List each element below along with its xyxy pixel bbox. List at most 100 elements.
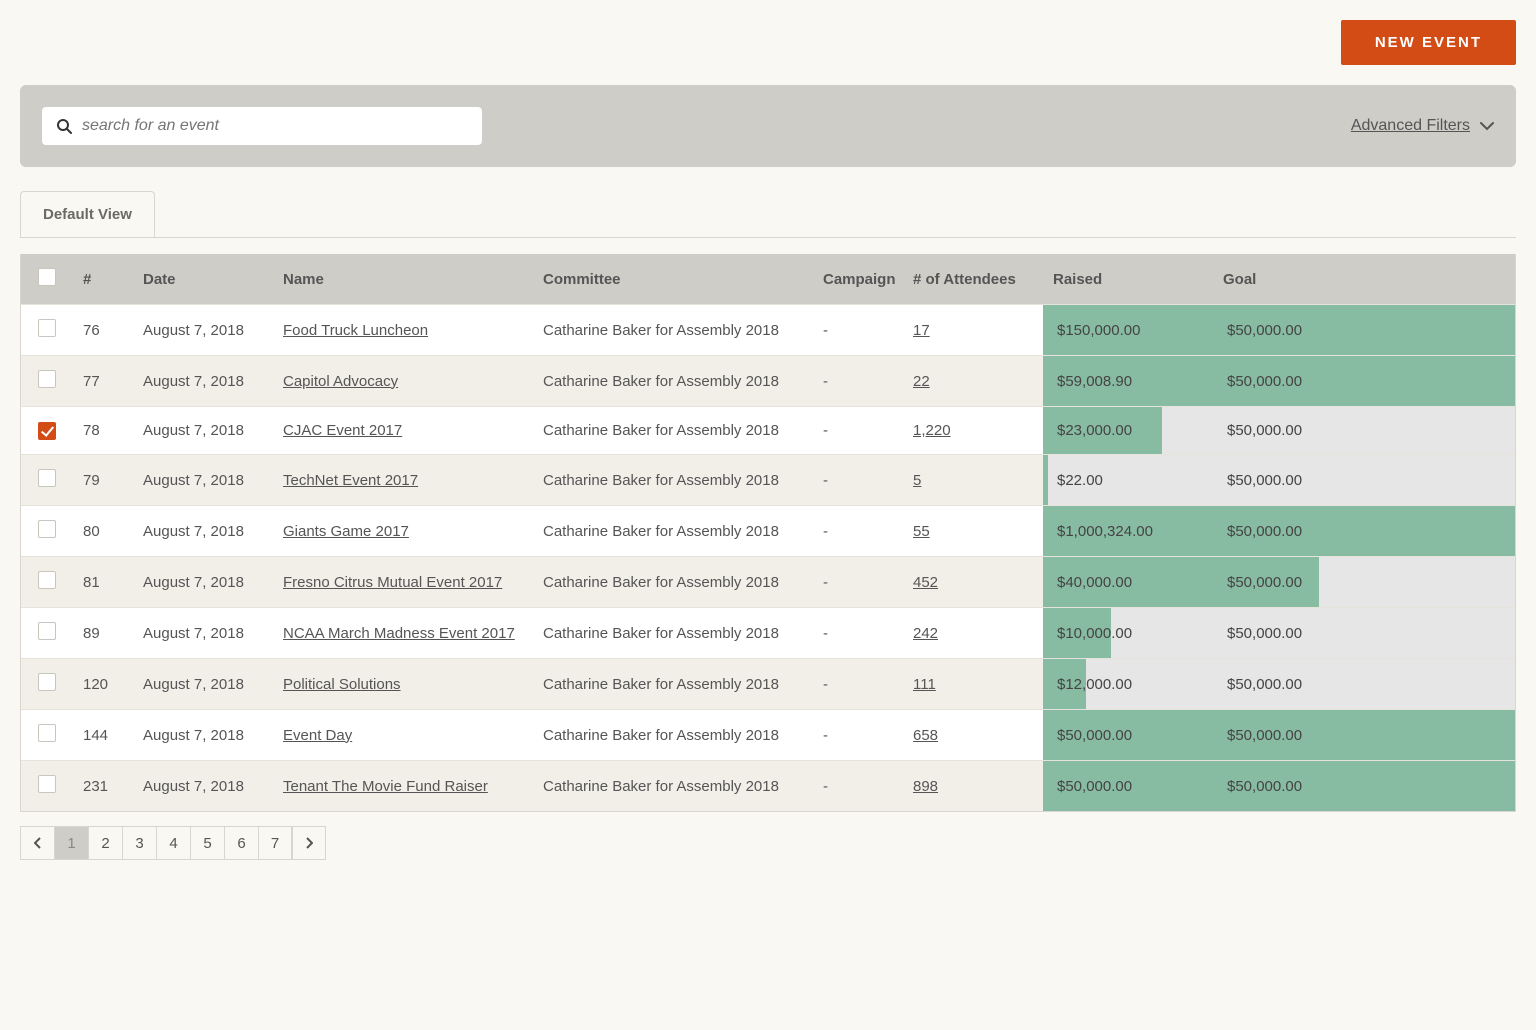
raised-cell: $59,008.90: [1043, 356, 1213, 407]
row-campaign: -: [813, 407, 903, 455]
row-committee: Catharine Baker for Assembly 2018: [533, 506, 813, 557]
row-campaign: -: [813, 761, 903, 812]
col-header-committee[interactable]: Committee: [533, 254, 813, 305]
raised-cell: $40,000.00: [1043, 557, 1213, 608]
attendees-link[interactable]: 1,220: [913, 422, 951, 439]
page-4[interactable]: 4: [156, 826, 190, 860]
row-date: August 7, 2018: [133, 407, 273, 455]
row-checkbox[interactable]: [38, 520, 56, 538]
goal-cell: $50,000.00: [1213, 761, 1515, 812]
event-name-link[interactable]: NCAA March Madness Event 2017: [283, 625, 515, 642]
attendees-link[interactable]: 898: [913, 778, 938, 795]
chevron-right-icon: [305, 837, 313, 849]
attendees-link[interactable]: 55: [913, 523, 930, 540]
new-event-button[interactable]: NEW EVENT: [1341, 20, 1516, 65]
row-date: August 7, 2018: [133, 305, 273, 356]
row-num: 76: [73, 305, 133, 356]
raised-value: $12,000.00: [1043, 659, 1213, 709]
row-date: August 7, 2018: [133, 710, 273, 761]
event-name-link[interactable]: Event Day: [283, 727, 352, 744]
event-name-link[interactable]: Capitol Advocacy: [283, 373, 398, 390]
col-header-name[interactable]: Name: [273, 254, 533, 305]
goal-cell: $50,000.00: [1213, 356, 1515, 407]
event-name-link[interactable]: Giants Game 2017: [283, 523, 409, 540]
row-date: August 7, 2018: [133, 761, 273, 812]
goal-cell: $50,000.00: [1213, 710, 1515, 761]
page-3[interactable]: 3: [122, 826, 156, 860]
row-num: 78: [73, 407, 133, 455]
row-committee: Catharine Baker for Assembly 2018: [533, 608, 813, 659]
goal-cell: $50,000.00: [1213, 557, 1515, 608]
search-input[interactable]: [82, 117, 468, 135]
filter-bar: Advanced Filters: [20, 85, 1516, 167]
raised-cell: $22.00: [1043, 455, 1213, 506]
page-2[interactable]: 2: [88, 826, 122, 860]
row-checkbox[interactable]: [38, 319, 56, 337]
attendees-link[interactable]: 242: [913, 625, 938, 642]
attendees-link[interactable]: 452: [913, 574, 938, 591]
table-row: 80 August 7, 2018 Giants Game 2017 Catha…: [21, 506, 1515, 557]
row-checkbox[interactable]: [38, 724, 56, 742]
raised-cell: $50,000.00: [1043, 710, 1213, 761]
event-name-link[interactable]: Political Solutions: [283, 676, 401, 693]
row-num: 81: [73, 557, 133, 608]
raised-value: $50,000.00: [1043, 761, 1213, 811]
goal-cell: $50,000.00: [1213, 305, 1515, 356]
goal-cell: $50,000.00: [1213, 506, 1515, 557]
event-name-link[interactable]: TechNet Event 2017: [283, 472, 418, 489]
goal-value: $50,000.00: [1213, 710, 1515, 760]
raised-cell: $12,000.00: [1043, 659, 1213, 710]
row-campaign: -: [813, 608, 903, 659]
page-6[interactable]: 6: [224, 826, 258, 860]
select-all-checkbox[interactable]: [38, 268, 56, 286]
row-num: 80: [73, 506, 133, 557]
attendees-link[interactable]: 111: [913, 676, 936, 693]
col-header-date[interactable]: Date: [133, 254, 273, 305]
table-row: 79 August 7, 2018 TechNet Event 2017 Cat…: [21, 455, 1515, 506]
table-row: 144 August 7, 2018 Event Day Catharine B…: [21, 710, 1515, 761]
row-checkbox[interactable]: [38, 673, 56, 691]
row-date: August 7, 2018: [133, 608, 273, 659]
page-5[interactable]: 5: [190, 826, 224, 860]
row-checkbox[interactable]: [38, 775, 56, 793]
col-header-campaign[interactable]: Campaign: [813, 254, 903, 305]
table-row: 76 August 7, 2018 Food Truck Luncheon Ca…: [21, 305, 1515, 356]
col-header-attendees[interactable]: # of Attendees: [903, 254, 1043, 305]
row-committee: Catharine Baker for Assembly 2018: [533, 659, 813, 710]
tabs: Default View: [20, 191, 1516, 238]
row-checkbox[interactable]: [38, 422, 56, 440]
row-committee: Catharine Baker for Assembly 2018: [533, 761, 813, 812]
row-num: 89: [73, 608, 133, 659]
row-committee: Catharine Baker for Assembly 2018: [533, 455, 813, 506]
goal-value: $50,000.00: [1213, 659, 1515, 709]
tab-default-view[interactable]: Default View: [20, 191, 155, 237]
page-1[interactable]: 1: [54, 826, 88, 860]
event-name-link[interactable]: Food Truck Luncheon: [283, 322, 428, 339]
page-prev[interactable]: [20, 826, 54, 860]
col-header-raised[interactable]: Raised: [1043, 254, 1213, 305]
row-campaign: -: [813, 356, 903, 407]
event-name-link[interactable]: Fresno Citrus Mutual Event 2017: [283, 574, 502, 591]
table-row: 89 August 7, 2018 NCAA March Madness Eve…: [21, 608, 1515, 659]
goal-value: $50,000.00: [1213, 761, 1515, 811]
col-header-num[interactable]: #: [73, 254, 133, 305]
row-checkbox[interactable]: [38, 622, 56, 640]
search-icon: [56, 118, 72, 134]
row-checkbox[interactable]: [38, 370, 56, 388]
page-7[interactable]: 7: [258, 826, 292, 860]
col-header-goal[interactable]: Goal: [1213, 254, 1515, 305]
attendees-link[interactable]: 22: [913, 373, 930, 390]
attendees-link[interactable]: 17: [913, 322, 930, 339]
goal-value: $50,000.00: [1213, 506, 1515, 556]
event-name-link[interactable]: CJAC Event 2017: [283, 422, 402, 439]
event-name-link[interactable]: Tenant The Movie Fund Raiser: [283, 778, 488, 795]
advanced-filters-toggle[interactable]: Advanced Filters: [1351, 117, 1494, 135]
row-checkbox[interactable]: [38, 571, 56, 589]
attendees-link[interactable]: 5: [913, 472, 921, 489]
attendees-link[interactable]: 658: [913, 727, 938, 744]
row-checkbox[interactable]: [38, 469, 56, 487]
row-num: 79: [73, 455, 133, 506]
row-date: August 7, 2018: [133, 557, 273, 608]
table-row: 81 August 7, 2018 Fresno Citrus Mutual E…: [21, 557, 1515, 608]
page-next[interactable]: [292, 826, 326, 860]
